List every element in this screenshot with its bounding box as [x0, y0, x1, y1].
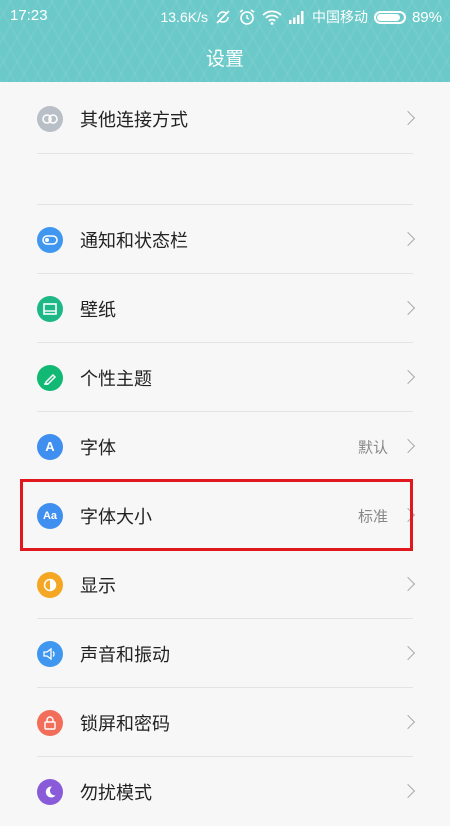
chevron-right-icon	[400, 783, 416, 798]
divider	[37, 153, 413, 154]
lock-icon	[37, 709, 63, 736]
moon-icon	[37, 778, 63, 805]
brush-icon	[37, 364, 63, 391]
wifi-icon	[262, 10, 282, 25]
toggle-icon	[37, 226, 63, 253]
status-right: 13.6K/s 中国移动 89%	[160, 7, 442, 27]
settings-item-label: 壁纸	[80, 299, 116, 321]
chevron-right-icon	[400, 645, 416, 660]
link-icon	[37, 105, 63, 132]
speaker-icon	[37, 640, 63, 667]
chevron-right-icon	[400, 300, 416, 315]
chevron-right-icon	[400, 110, 416, 125]
battery-icon	[373, 10, 406, 24]
settings-item-label: 声音和振动	[80, 644, 170, 666]
settings-item-label: 通知和状态栏	[80, 230, 188, 252]
network-speed: 13.6K/s	[160, 9, 208, 25]
settings-item-notifications[interactable]: 通知和状态栏	[0, 205, 450, 274]
chevron-right-icon	[400, 231, 416, 246]
settings-item-other-connections[interactable]: 其他连接方式	[0, 84, 450, 153]
image-icon	[37, 295, 63, 322]
settings-item-label: 锁屏和密码	[80, 713, 170, 735]
settings-item-lock-screen[interactable]: 锁屏和密码	[0, 688, 450, 757]
highlight-box	[20, 479, 413, 551]
settings-item-themes[interactable]: 个性主题	[0, 343, 450, 412]
battery-percent: 89%	[411, 8, 442, 26]
brightness-icon	[37, 571, 63, 598]
settings-item-label: 个性主题	[80, 368, 152, 390]
settings-item-value: 默认	[357, 438, 388, 456]
page-title: 设置	[205, 48, 244, 70]
settings-item-label: 显示	[80, 575, 116, 597]
chevron-right-icon	[400, 576, 416, 591]
settings-item-label: 字体	[80, 437, 116, 459]
font-icon: A	[37, 433, 63, 460]
settings-item-wallpaper[interactable]: 壁纸	[0, 274, 450, 343]
settings-item-label: 其他连接方式	[80, 109, 188, 131]
status-time: 17:23	[10, 7, 48, 24]
alarm-icon	[239, 9, 255, 25]
carrier-name: 中国移动	[311, 9, 368, 25]
settings-item-sound[interactable]: 声音和振动	[0, 619, 450, 688]
settings-item-font[interactable]: A 字体 默认	[0, 412, 450, 481]
chevron-right-icon	[400, 714, 416, 729]
status-bar: 17:23 13.6K/s 中国移动 89%	[0, 0, 450, 32]
header: 17:23 13.6K/s 中国移动 89% 设置	[0, 0, 450, 82]
signal-icon	[288, 11, 304, 24]
settings-item-display[interactable]: 显示	[0, 550, 450, 619]
rotation-lock-icon	[216, 10, 230, 24]
settings-item-dnd[interactable]: 勿扰模式	[0, 757, 450, 826]
chevron-right-icon	[400, 438, 416, 453]
chevron-right-icon	[400, 369, 416, 384]
settings-item-label: 勿扰模式	[80, 782, 152, 804]
